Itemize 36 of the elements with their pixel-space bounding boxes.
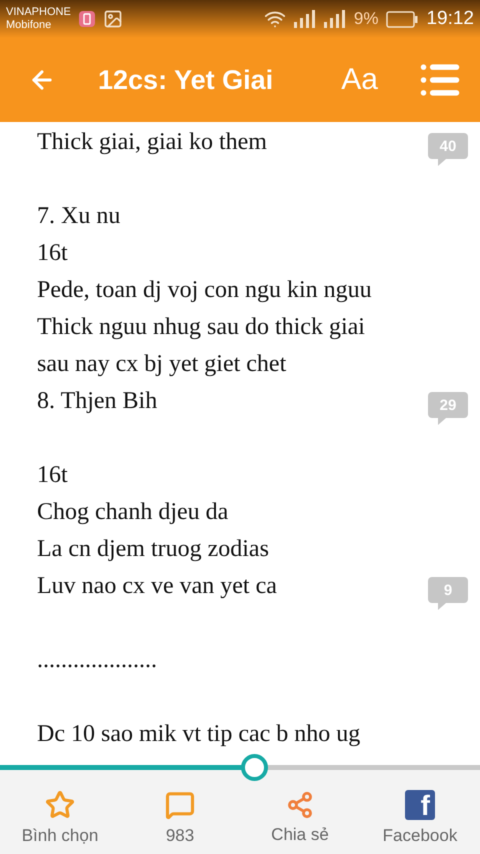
story-text-line: 16t bbox=[37, 462, 69, 489]
story-text-line: Thick giai, giai ko them bbox=[37, 129, 268, 156]
button-label: 983 bbox=[166, 826, 194, 846]
signal-icon bbox=[324, 10, 346, 28]
battery-percent: 9% bbox=[354, 9, 378, 29]
signal-icon bbox=[294, 10, 316, 28]
bottom-bar-button[interactable]: Chia sẻ bbox=[240, 781, 360, 854]
bottom-bar-button[interactable]: Bình chọn bbox=[0, 781, 120, 854]
story-text-line: 8. Thjen Bih bbox=[37, 388, 158, 415]
story-text-line: 7. Xu nu bbox=[37, 203, 122, 230]
bottom-bar-button[interactable]: f Facebook bbox=[360, 781, 480, 854]
story-text-line: Pede, toan dj voj con ngu kin nguu bbox=[37, 277, 373, 304]
story-text-line: La cn djem truog zodias bbox=[37, 536, 270, 563]
comment-icon bbox=[165, 790, 195, 820]
share-icon bbox=[286, 790, 314, 818]
carrier-name: VINAPHONE bbox=[6, 6, 71, 19]
story-title: 12cs: Yet Giai bbox=[98, 64, 274, 96]
star-icon bbox=[45, 790, 75, 820]
story-text-line: 16t bbox=[37, 240, 69, 267]
story-text-line: Dc 10 sao mik vt tip cac b nho ug bbox=[37, 721, 362, 748]
story-text-line: Thick nguu nhug sau do thick giai bbox=[37, 314, 366, 341]
button-label: Bình chọn bbox=[22, 826, 98, 846]
story-text-line: .................... bbox=[37, 647, 158, 674]
image-icon bbox=[102, 9, 123, 29]
facebook-logo: f bbox=[405, 790, 435, 820]
story-text-line: Chog chanh djeu da bbox=[37, 499, 230, 526]
carrier-name: Mobifone bbox=[6, 19, 52, 32]
clock-time: 19:12 bbox=[426, 8, 474, 30]
slider-thumb[interactable] bbox=[241, 754, 268, 781]
story-text-line: sau nay cx bj yet giet chet bbox=[37, 351, 288, 378]
story-text-line: Luv nao cx ve van yet ca bbox=[37, 573, 278, 600]
bottom-bar-button[interactable]: 983 bbox=[120, 781, 240, 854]
app-notification-icon bbox=[78, 11, 95, 27]
button-label: Facebook bbox=[382, 826, 458, 846]
battery-icon bbox=[386, 10, 418, 28]
button-label: Chia sẻ bbox=[271, 824, 329, 844]
